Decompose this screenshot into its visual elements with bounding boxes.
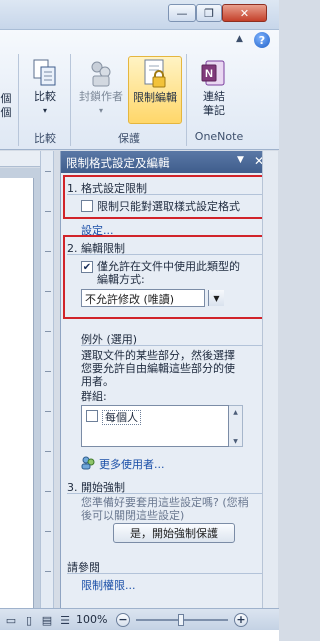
restrict-editing-button[interactable]: 限制編輯 — [128, 56, 182, 124]
zoom-out-button[interactable]: − — [116, 613, 130, 627]
editing-restriction-checkbox[interactable]: ✔ — [81, 261, 93, 273]
print-layout-icon[interactable]: ▭ — [4, 612, 18, 628]
enforce-desc-line1: 您準備好要套用這些設定嗎? (您稍 — [81, 496, 249, 509]
partial-ribbon-button[interactable]: 個 個 — [0, 56, 12, 124]
ruler-tick — [45, 251, 51, 252]
ruler-tick — [45, 371, 51, 372]
pane-title: 限制格式設定及編輯 — [66, 156, 170, 170]
users-icon — [81, 456, 95, 470]
ruler-tick — [45, 291, 51, 292]
section-divider — [67, 493, 269, 494]
section-divider — [67, 194, 269, 195]
groups-label: 群組: — [81, 390, 107, 403]
ruler-tick — [45, 531, 51, 532]
ruler-tick — [45, 451, 51, 452]
maximize-button[interactable]: ❐ — [196, 4, 222, 22]
formatting-restriction-checkbox[interactable] — [81, 200, 93, 212]
draft-view-icon[interactable]: ☰ — [58, 612, 72, 628]
zoom-in-button[interactable]: + — [234, 613, 248, 627]
scroll-down-icon[interactable]: ▼ — [230, 436, 241, 446]
editing-type-value: 不允許修改 (唯讀) — [85, 293, 175, 306]
ribbon: ▲ ? 個 個 比較 ▾ 比較 封鎖作者 ▾ 限制編輯 保護 N 連結 筆記 O… — [0, 30, 279, 150]
group-separator — [70, 54, 71, 146]
block-authors-button[interactable]: 封鎖作者 ▾ — [76, 56, 126, 124]
full-screen-reading-icon[interactable]: ▯ — [22, 612, 36, 628]
ruler-tick — [45, 491, 51, 492]
chevron-down-icon[interactable]: ▼ — [208, 290, 224, 306]
chevron-down-icon: ▾ — [42, 106, 47, 115]
section-divider — [67, 573, 269, 574]
ruler-tick — [45, 211, 51, 212]
linked-notes-button[interactable]: N 連結 筆記 — [192, 56, 236, 124]
block-authors-icon — [86, 56, 116, 90]
window-bottom-edge — [0, 630, 279, 641]
ruler-tick — [45, 571, 51, 572]
chevron-down-icon: ▾ — [98, 106, 103, 115]
minimize-icon: — — [176, 6, 188, 20]
group-separator — [186, 54, 187, 146]
document-page[interactable] — [0, 178, 34, 608]
minimize-button[interactable]: — — [168, 4, 196, 22]
more-users-link[interactable]: 更多使用者... — [99, 456, 165, 472]
onenote-icon: N — [199, 56, 229, 90]
group-label-onenote: OneNote — [194, 130, 244, 143]
compare-button[interactable]: 比較 ▾ — [24, 56, 66, 124]
restrict-editing-label: 限制編輯 — [133, 91, 177, 104]
compare-icon — [30, 56, 60, 90]
partial-ribbon-label: 個 — [0, 92, 12, 105]
horizontal-ruler — [0, 151, 40, 167]
zoom-slider-thumb[interactable] — [178, 614, 184, 626]
close-icon: ✕ — [239, 6, 250, 20]
zoom-level[interactable]: 100% — [76, 613, 107, 626]
ruler-tick — [45, 171, 51, 172]
group-everyone-checkbox[interactable] — [86, 410, 98, 422]
group-separator — [18, 54, 19, 146]
linked-notes-label: 連結 筆記 — [203, 90, 225, 117]
restrict-permission-link[interactable]: 限制權限... — [81, 577, 136, 593]
ribbon-top-row: ▲ ? — [0, 30, 279, 52]
ruler-tick — [45, 411, 51, 412]
group-label-compare: 比較 — [34, 132, 56, 145]
groups-list-scrollbar[interactable]: ▲ ▼ — [229, 405, 243, 447]
vertical-ruler — [40, 151, 54, 608]
close-button[interactable]: ✕ — [222, 4, 267, 22]
section-divider — [67, 254, 269, 255]
group-label-protect: 保護 — [118, 132, 140, 145]
svg-text:N: N — [205, 68, 213, 80]
editing-restriction-label-line1: 僅允許在文件中使用此類型的 — [97, 260, 240, 273]
compare-label: 比較 — [34, 90, 56, 103]
restrict-editing-pane: 限制格式設定及編輯 ▼ ✕ 1. 格式設定限制 限制只能對選取樣式設定格式 設定… — [60, 151, 275, 608]
block-authors-label: 封鎖作者 — [79, 90, 123, 103]
ruler-tick — [45, 331, 51, 332]
group-everyone-label[interactable]: 每個人 — [102, 410, 141, 425]
checkmark-icon: ✔ — [82, 261, 92, 273]
web-layout-icon[interactable]: ▤ — [40, 612, 54, 628]
maximize-icon: ❐ — [204, 6, 214, 20]
document-vertical-scrollbar[interactable] — [262, 151, 278, 608]
status-bar: ▭ ▯ ▤ ☰ 100% − + — [0, 608, 279, 630]
pane-header: 限制格式設定及編輯 ▼ ✕ — [61, 151, 275, 173]
section-divider — [81, 345, 269, 346]
enforce-desc-line2: 後可以關閉這些設定) — [81, 509, 185, 522]
ribbon-minimize-icon[interactable]: ▲ — [236, 34, 243, 44]
editing-restriction-label-line2: 編輯方式: — [97, 273, 145, 286]
document-area[interactable] — [0, 168, 40, 608]
help-icon[interactable]: ? — [254, 32, 270, 48]
exceptions-desc-line3: 用者。 — [81, 375, 114, 388]
start-enforcing-button[interactable]: 是，開始強制保護 — [113, 523, 235, 543]
partial-ribbon-label: 個 — [0, 106, 12, 119]
scroll-up-icon[interactable]: ▲ — [230, 407, 241, 417]
exceptions-desc-line1: 選取文件的某些部分，然後選擇 — [81, 349, 235, 362]
editing-type-select[interactable]: 不允許修改 (唯讀) ▼ — [81, 289, 224, 307]
restrict-editing-icon — [140, 57, 170, 91]
exceptions-desc-line2: 您要允許自由編輯這些部分的使 — [81, 362, 235, 375]
pane-menu-icon[interactable]: ▼ — [237, 155, 251, 165]
groups-list[interactable]: 每個人 — [81, 405, 229, 447]
window-titlebar: — ❐ ✕ — [0, 0, 279, 30]
formatting-restriction-label: 限制只能對選取樣式設定格式 — [97, 200, 240, 213]
